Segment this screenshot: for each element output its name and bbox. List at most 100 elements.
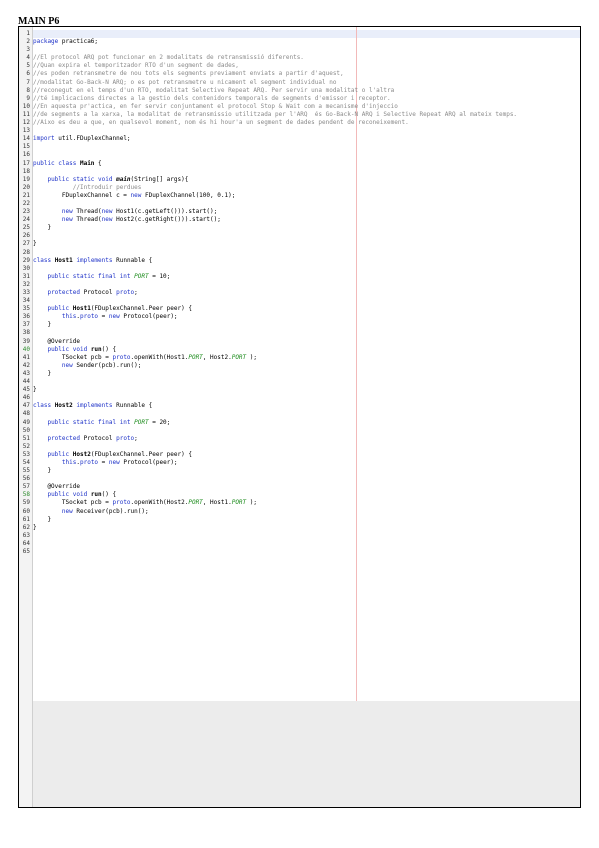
code-line[interactable]: 65 (19, 548, 580, 556)
code-line[interactable]: 62} (19, 524, 580, 532)
code-line[interactable]: 34 (19, 297, 580, 305)
code-line[interactable]: 43 } (19, 370, 580, 378)
code-line[interactable]: 35 public Host1(FDuplexChannel.Peer peer… (19, 305, 580, 313)
code-area[interactable]: 1 2 package practica6; 3 4//El protocol ARQ … (19, 30, 580, 556)
code-line[interactable]: 3 (19, 46, 580, 54)
code-line[interactable]: 53 public Host2(FDuplexChannel.Peer peer… (19, 451, 580, 459)
code-line[interactable]: 36 this.proto = new Protocol(peer); (19, 313, 580, 321)
line-number: 61 (22, 515, 30, 523)
code-line[interactable]: 17 public class Main { (19, 160, 580, 168)
code-line[interactable]: 49 public static final int PORT = 20; (19, 419, 580, 427)
code-text: //modalitat Go-Back-N ARQ; o es pot retr… (33, 79, 336, 87)
code-token: = (101, 458, 109, 466)
code-text: //de segments a la xarxa, la modalitat d… (33, 111, 517, 119)
code-line[interactable]: 5//Quan expira el temporitzador RTO d'un… (19, 62, 580, 70)
code-line[interactable]: 59 TSocket pcb = proto.openWith(Host2.PO… (19, 499, 580, 507)
code-line[interactable]: 58 public void run() { (19, 491, 580, 499)
code-line[interactable]: 25 } (19, 224, 580, 232)
code-line[interactable]: 13 (19, 127, 580, 135)
code-token: Protocol(peer); (123, 458, 178, 466)
code-line[interactable]: 12//Aixo es deu a que, en qualsevol mome… (19, 119, 580, 127)
code-line[interactable]: 54 this.proto = new Protocol(peer); (19, 459, 580, 467)
code-line[interactable]: 51 protected Protocol proto; (19, 435, 580, 443)
code-line[interactable]: 46 (19, 394, 580, 402)
code-token: } (33, 321, 52, 329)
code-token: implements (76, 402, 117, 410)
code-token: ); (249, 499, 257, 507)
code-token: new (61, 208, 77, 216)
code-token: Runnable { (116, 402, 153, 410)
code-token: //El protocol ARQ pot funcionar en 2 mod… (33, 54, 304, 62)
code-line[interactable]: 29 class Host1 implements Runnable { (19, 257, 580, 265)
code-line[interactable]: 63 (19, 532, 580, 540)
code-line[interactable]: 7//modalitat Go-Back-N ARQ; o es pot ret… (19, 79, 580, 87)
code-line[interactable]: 16 (19, 151, 580, 159)
code-line[interactable]: 9//té implicacions directes a la gestio … (19, 95, 580, 103)
line-number: 48 (22, 410, 30, 418)
code-line[interactable]: 64 (19, 540, 580, 548)
code-line[interactable]: 21 FDuplexChannel c = new FDuplexChannel… (19, 192, 580, 200)
code-line[interactable]: 48 (19, 410, 580, 418)
line-number: 47 (22, 402, 30, 410)
code-line[interactable]: 23 new Thread(new Host1(c.getLeft())).st… (19, 208, 580, 216)
code-token: = (101, 313, 109, 321)
code-line[interactable]: 39 @Override (19, 338, 580, 346)
code-line[interactable]: 26 (19, 232, 580, 240)
code-line[interactable]: 56 (19, 475, 580, 483)
code-line[interactable]: 14 import util.FDuplexChannel; (19, 135, 580, 143)
code-line[interactable]: 60 new Receiver(pcb).run(); (19, 508, 580, 516)
code-line[interactable]: 27} (19, 240, 580, 248)
code-text: } (33, 516, 51, 524)
code-line[interactable]: 47 class Host2 implements Runnable { (19, 402, 580, 410)
line-number: 52 (22, 442, 30, 450)
code-editor[interactable]: 1 2 package practica6; 3 4//El protocol ARQ … (18, 26, 581, 808)
code-line[interactable]: 33 protected Protocol proto; (19, 289, 580, 297)
code-line[interactable]: 8//reconegut en el temps d'un RTO, modal… (19, 87, 580, 95)
code-line[interactable]: 30 (19, 265, 580, 273)
code-line[interactable]: 45} (19, 386, 580, 394)
line-number: 32 (22, 280, 30, 288)
code-line[interactable]: 1 (19, 30, 580, 38)
code-line[interactable]: 11//de segments a la xarxa, la modalitat… (19, 111, 580, 119)
code-token: public (47, 305, 73, 313)
line-number: 4 (26, 54, 30, 62)
code-token: new (61, 361, 77, 369)
code-line[interactable]: 20 //Introduir perdues (19, 184, 580, 192)
code-line[interactable]: 38 (19, 329, 580, 337)
code-token: PORT (134, 272, 153, 280)
code-line[interactable]: 31 public static final int PORT = 10; (19, 273, 580, 281)
code-token: //té implicacions directes a la gestio d… (33, 94, 391, 102)
code-line[interactable]: 6//es poden retransmetre de nou tots els… (19, 70, 580, 78)
code-line[interactable]: 41 TSocket pcb = proto.openWith(Host1.PO… (19, 354, 580, 362)
code-text: public Host1(FDuplexChannel.Peer peer) { (33, 305, 192, 313)
code-line[interactable]: 57 @Override (19, 483, 580, 491)
code-line[interactable]: 4//El protocol ARQ pot funcionar en 2 mo… (19, 54, 580, 62)
code-line[interactable]: 42 new Sender(pcb).run(); (19, 362, 580, 370)
code-line[interactable]: 22 (19, 200, 580, 208)
code-token: practica6; (61, 38, 99, 46)
code-line[interactable]: 15 (19, 143, 580, 151)
code-line[interactable]: 55 } (19, 467, 580, 475)
code-text: } (33, 321, 51, 329)
code-token: proto (79, 313, 102, 321)
code-line[interactable]: 2 package practica6; (19, 38, 580, 46)
code-line[interactable]: 28 (19, 249, 580, 257)
code-line[interactable]: 32 (19, 281, 580, 289)
code-line[interactable]: 61 } (19, 516, 580, 524)
code-line[interactable]: 37 } (19, 321, 580, 329)
code-line[interactable]: 19 public static void main(String[] args… (19, 176, 580, 184)
code-line[interactable]: 24 new Thread(new Host2(c.getRight())).s… (19, 216, 580, 224)
code-line[interactable]: 18 (19, 168, 580, 176)
code-line[interactable]: 10//En aquesta pr'actica, en fer servir … (19, 103, 580, 111)
code-line[interactable]: 50 (19, 427, 580, 435)
code-text: new Sender(pcb).run(); (33, 362, 141, 370)
code-token: (FDuplexChannel.Peer peer) { (90, 305, 192, 313)
code-token: Receiver(pcb).run(); (76, 507, 149, 515)
code-line[interactable]: 44 (19, 378, 580, 386)
code-line[interactable]: 52 (19, 443, 580, 451)
line-number: 1 (26, 30, 30, 37)
line-number: 24 (22, 216, 30, 224)
code-line[interactable]: 40 public void run() { (19, 346, 580, 354)
